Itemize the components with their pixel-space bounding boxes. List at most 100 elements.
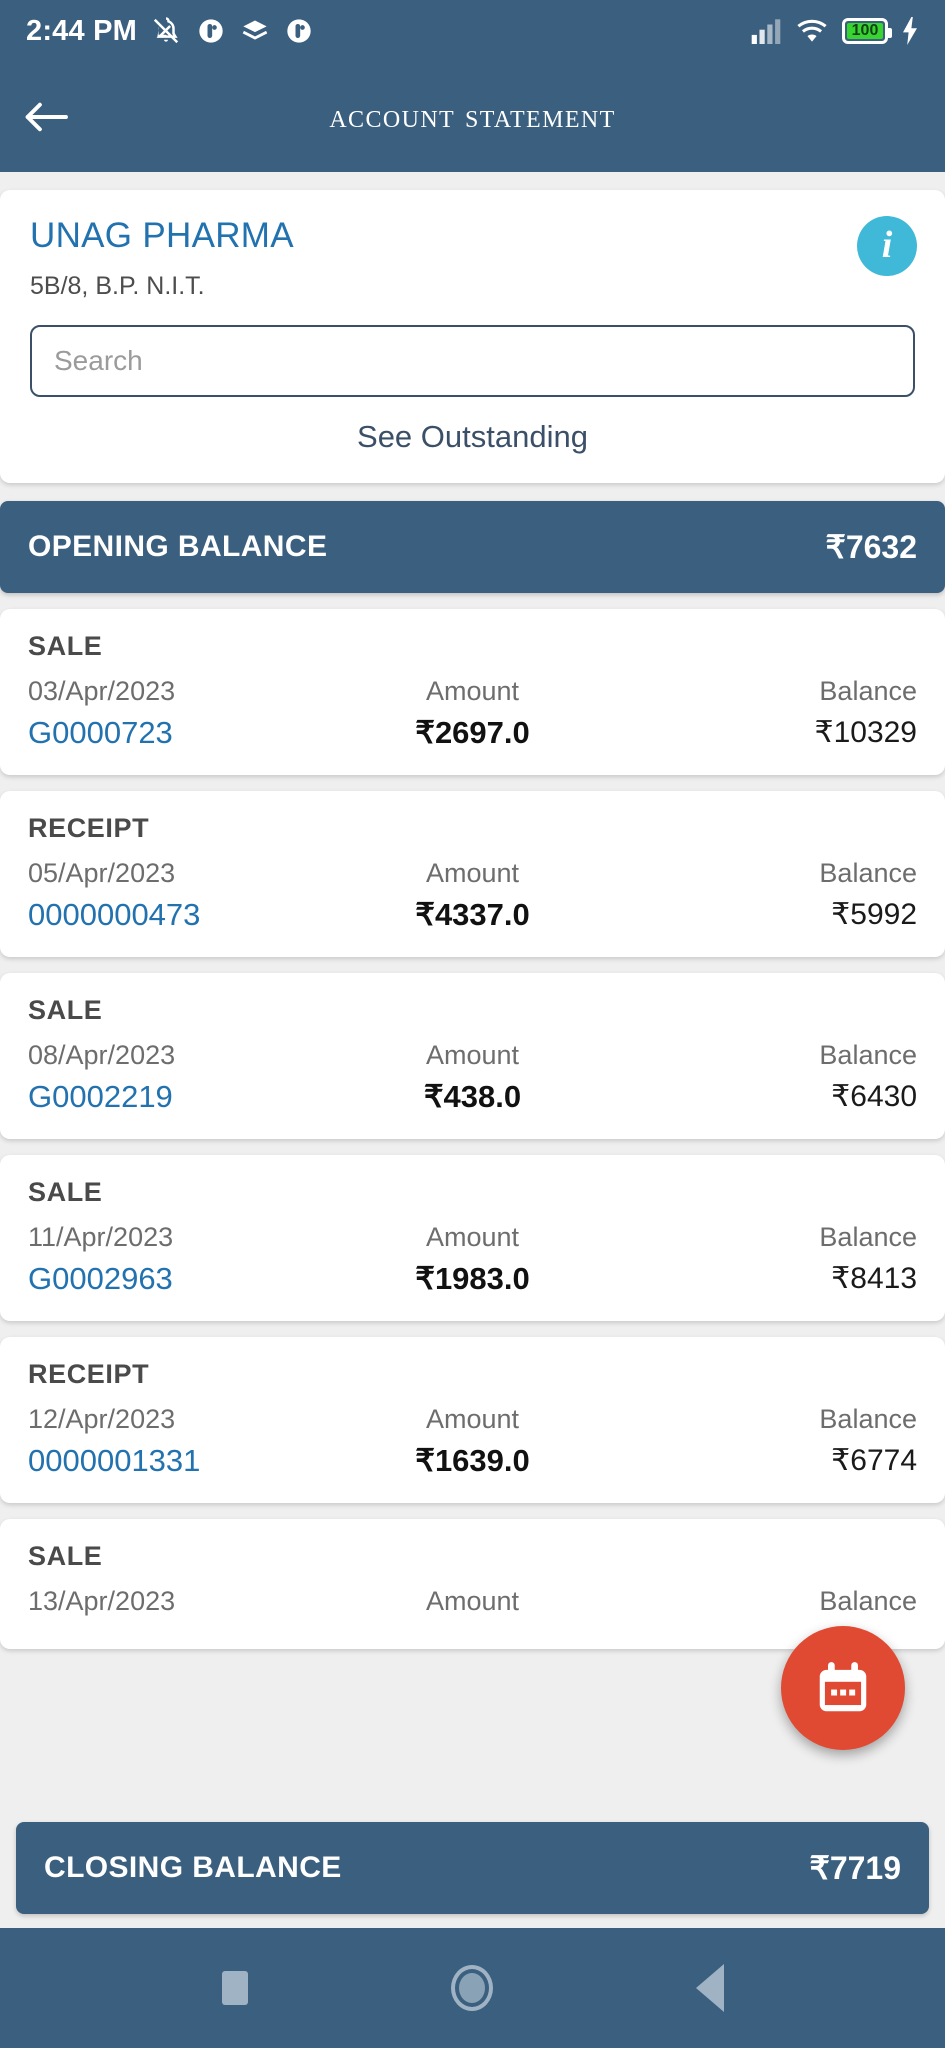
transaction-detail-grid: 11/Apr/2023 G0002963 Amount ₹1983.0 Balance ₹… bbox=[28, 1222, 917, 1297]
transaction-amount: ₹2697.0 bbox=[415, 715, 530, 750]
search-input[interactable] bbox=[30, 325, 915, 397]
balance-label: Balance bbox=[819, 1586, 917, 1616]
status-bar-clock: 2:44 PM bbox=[26, 14, 137, 47]
back-button[interactable] bbox=[0, 99, 92, 135]
transaction-card[interactable]: RECEIPT 12/Apr/2023 0000001331 Amount ₹1639.… bbox=[0, 1337, 945, 1503]
transaction-detail-grid: 13/Apr/2023 Amount Balance bbox=[28, 1586, 917, 1625]
transaction-balance-cell: Balance ₹5992 bbox=[621, 858, 917, 932]
calendar-icon bbox=[819, 1662, 867, 1712]
transaction-balance: ₹6774 bbox=[831, 1444, 917, 1477]
transaction-card[interactable]: SALE 03/Apr/2023 G0000723 Amount ₹2697.0 Bala… bbox=[0, 609, 945, 775]
square-recents-icon bbox=[221, 1971, 248, 2005]
amount-label: Amount bbox=[425, 676, 520, 706]
circle-home-icon bbox=[450, 1965, 493, 2011]
opening-balance-label: OPENING BALANCE bbox=[28, 530, 328, 563]
transaction-balance-cell: Balance ₹8413 bbox=[621, 1222, 917, 1296]
transaction-amount: ₹4337.0 bbox=[415, 897, 530, 932]
see-outstanding-button[interactable]: See Outstanding bbox=[30, 419, 915, 455]
transaction-date-cell: 05/Apr/2023 0000000473 bbox=[28, 858, 324, 933]
transaction-detail-grid: 03/Apr/2023 G0000723 Amount ₹2697.0 Balance ₹… bbox=[28, 676, 917, 751]
transaction-date-cell: 11/Apr/2023 G0002963 bbox=[28, 1222, 324, 1297]
transaction-type: RECEIPT bbox=[28, 1359, 150, 1389]
transaction-amount-cell: Amount bbox=[324, 1586, 620, 1625]
transaction-amount: ₹1983.0 bbox=[415, 1261, 530, 1296]
party-header-card: UNAG PHARMA 5B/8, B.P. N.I.T. i See Outs… bbox=[0, 190, 945, 483]
closing-balance-label: CLOSING BALANCE bbox=[44, 1851, 342, 1884]
transaction-balance-cell: Balance bbox=[621, 1586, 917, 1625]
transaction-card[interactable]: RECEIPT 05/Apr/2023 0000000473 Amount ₹4337.… bbox=[0, 791, 945, 957]
transaction-amount: ₹1639.0 bbox=[415, 1443, 530, 1478]
transaction-date-cell: 08/Apr/2023 G0002219 bbox=[28, 1040, 324, 1115]
transaction-date: 08/Apr/2023 bbox=[28, 1040, 176, 1070]
transaction-type: RECEIPT bbox=[28, 813, 150, 843]
transaction-balance: ₹10329 bbox=[814, 716, 917, 749]
home-button[interactable] bbox=[450, 1965, 493, 2011]
system-back-button[interactable] bbox=[695, 1964, 724, 2012]
transaction-type: SALE bbox=[28, 631, 103, 661]
transaction-date: 11/Apr/2023 bbox=[28, 1222, 174, 1252]
status-bar-system-icons: 100 bbox=[750, 17, 919, 45]
transaction-date-cell: 13/Apr/2023 bbox=[28, 1586, 324, 1625]
arrow-left-icon bbox=[25, 102, 68, 132]
party-name: UNAG PHARMA bbox=[30, 216, 294, 255]
transaction-id[interactable]: G0000723 bbox=[28, 715, 324, 751]
closing-balance-container: CLOSING BALANCE ₹7719 bbox=[16, 1822, 929, 1928]
opening-balance-value: ₹7632 bbox=[825, 529, 917, 565]
transaction-type: SALE bbox=[28, 1177, 103, 1207]
transaction-card[interactable]: SALE 11/Apr/2023 G0002963 Amount ₹1983.0 Bala… bbox=[0, 1155, 945, 1321]
balance-label: Balance bbox=[819, 1222, 917, 1252]
triangle-back-icon bbox=[695, 1964, 724, 2012]
wifi-icon bbox=[797, 19, 827, 42]
transaction-date-cell: 03/Apr/2023 G0000723 bbox=[28, 676, 324, 751]
transaction-amount-cell: Amount ₹1983.0 bbox=[324, 1222, 620, 1297]
amount-label: Amount bbox=[425, 858, 520, 888]
amount-label: Amount bbox=[425, 1222, 520, 1252]
page-title: Account Statement bbox=[329, 98, 616, 135]
transaction-date: 03/Apr/2023 bbox=[28, 676, 176, 706]
signal-icon bbox=[751, 19, 781, 44]
transaction-id[interactable]: G0002219 bbox=[28, 1079, 324, 1115]
transaction-balance-cell: Balance ₹10329 bbox=[621, 676, 917, 750]
balance-label: Balance bbox=[819, 676, 917, 706]
transaction-date: 13/Apr/2023 bbox=[28, 1586, 176, 1616]
transaction-id[interactable]: 0000000473 bbox=[28, 897, 324, 933]
transaction-date-cell: 12/Apr/2023 0000001331 bbox=[28, 1404, 324, 1479]
transaction-amount-cell: Amount ₹1639.0 bbox=[324, 1404, 620, 1479]
transaction-balance: ₹6430 bbox=[831, 1080, 917, 1113]
transaction-type: SALE bbox=[28, 1541, 103, 1571]
transaction-id[interactable]: G0002963 bbox=[28, 1261, 324, 1297]
opening-balance-bar: OPENING BALANCE ₹7632 bbox=[0, 501, 945, 593]
transaction-amount-cell: Amount ₹438.0 bbox=[324, 1040, 620, 1115]
app-circle-icon-2 bbox=[287, 19, 311, 43]
transaction-amount-cell: Amount ₹2697.0 bbox=[324, 676, 620, 751]
transaction-id[interactable]: 0000001331 bbox=[28, 1443, 324, 1479]
transaction-balance: ₹8413 bbox=[831, 1262, 917, 1295]
info-icon-glyph: i bbox=[881, 224, 893, 266]
date-range-fab[interactable] bbox=[781, 1626, 905, 1750]
transaction-balance-cell: Balance ₹6430 bbox=[621, 1040, 917, 1114]
account-statement-screen: 2:44 PM 100 account statement UNAG PHARM… bbox=[0, 0, 945, 2048]
transaction-amount-cell: Amount ₹4337.0 bbox=[324, 858, 620, 933]
balance-label: Balance bbox=[819, 858, 917, 888]
bell-off-icon bbox=[153, 17, 179, 44]
status-bar-notification-icons bbox=[151, 16, 313, 46]
balance-label: Balance bbox=[819, 1404, 917, 1434]
charging-bolt-icon bbox=[903, 17, 917, 45]
battery-icon: 100 bbox=[842, 18, 892, 44]
transaction-card[interactable]: SALE 08/Apr/2023 G0002219 Amount ₹438.0 Balan… bbox=[0, 973, 945, 1139]
amount-label: Amount bbox=[425, 1040, 520, 1070]
transaction-detail-grid: 05/Apr/2023 0000000473 Amount ₹4337.0 Balanc… bbox=[28, 858, 917, 933]
transaction-card[interactable]: SALE 13/Apr/2023 Amount Balance bbox=[0, 1519, 945, 1649]
info-icon[interactable]: i bbox=[857, 216, 917, 276]
transaction-type: SALE bbox=[28, 995, 103, 1025]
transaction-balance: ₹5992 bbox=[831, 898, 917, 931]
transaction-detail-grid: 12/Apr/2023 0000001331 Amount ₹1639.0 Balanc… bbox=[28, 1404, 917, 1479]
recents-button[interactable] bbox=[221, 1971, 248, 2005]
balance-label: Balance bbox=[819, 1040, 917, 1070]
transaction-list[interactable]: SALE 03/Apr/2023 G0000723 Amount ₹2697.0 Bala… bbox=[0, 609, 945, 1649]
statement-content[interactable]: UNAG PHARMA 5B/8, B.P. N.I.T. i See Outs… bbox=[0, 172, 945, 1928]
layers-icon bbox=[242, 20, 268, 40]
amount-label: Amount bbox=[425, 1586, 520, 1616]
system-navigation-bar bbox=[0, 1928, 945, 2048]
transaction-date: 05/Apr/2023 bbox=[28, 858, 176, 888]
